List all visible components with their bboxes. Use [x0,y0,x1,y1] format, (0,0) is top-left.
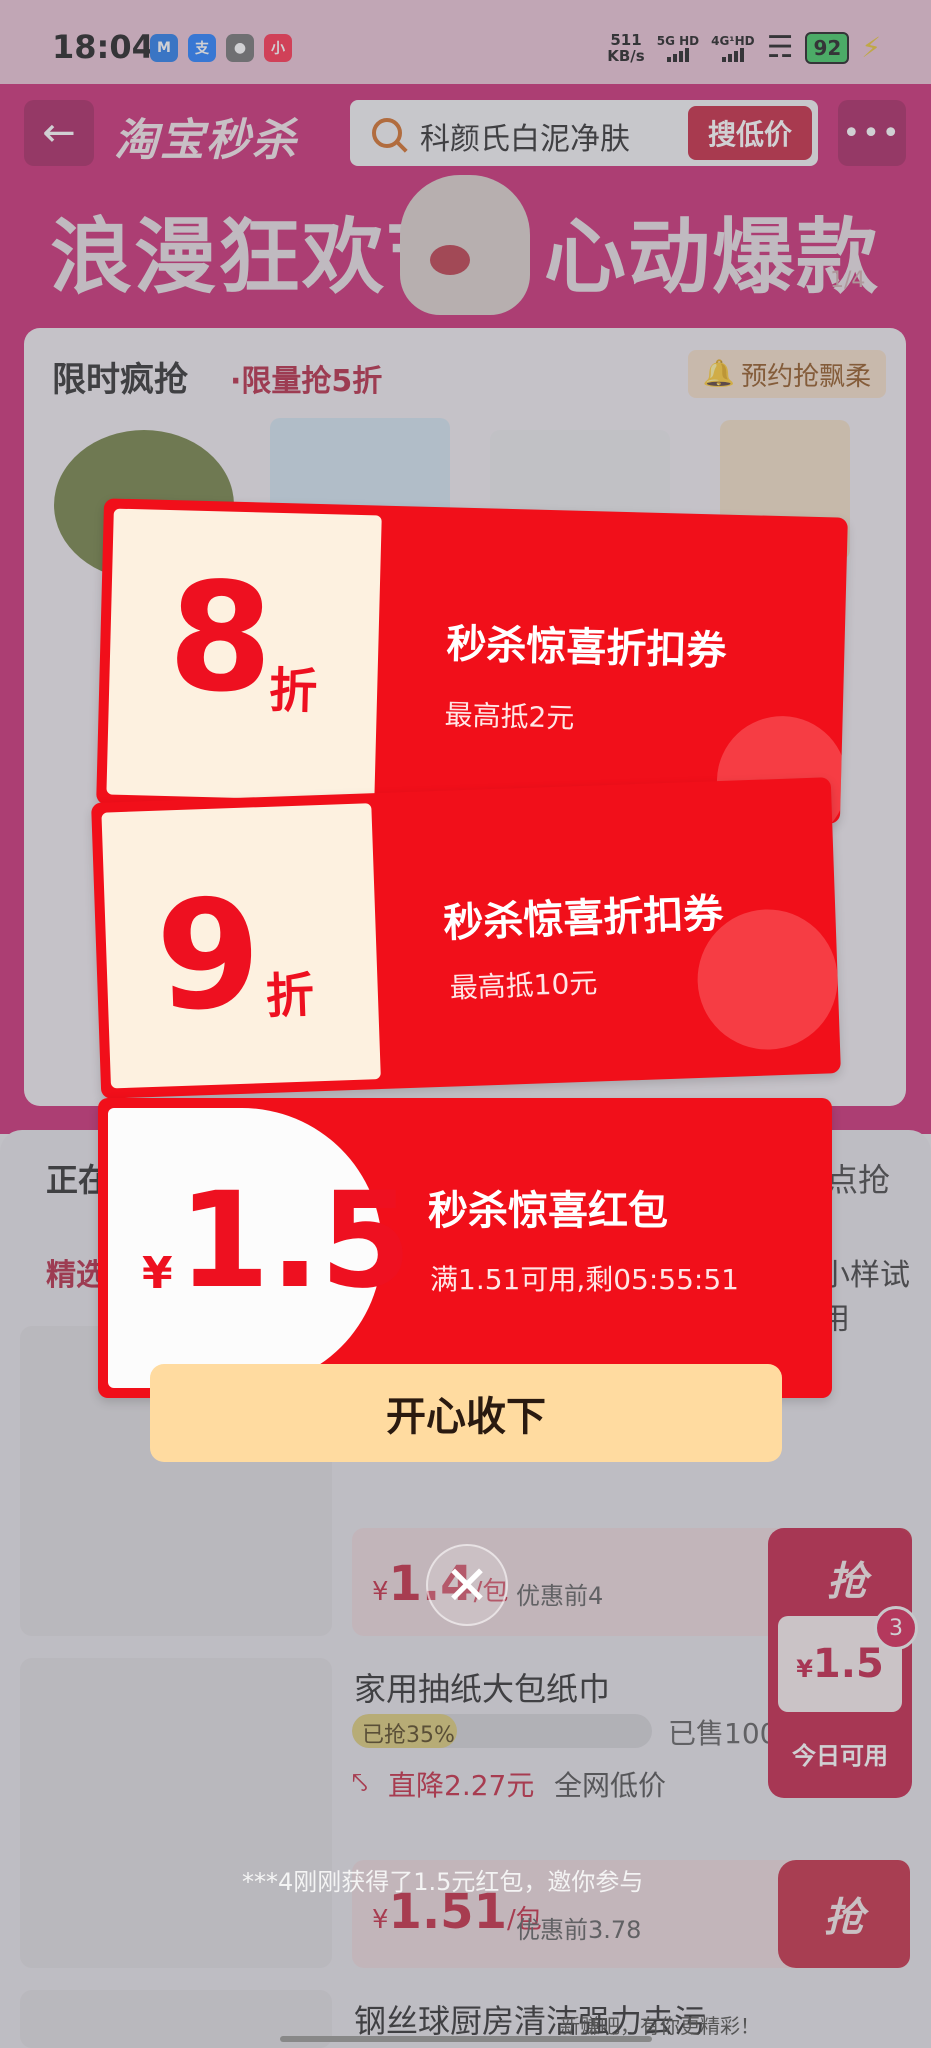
close-icon: ✕ [444,1553,490,1617]
coupon-title: 秒杀惊喜折扣券 [442,891,725,947]
coupon-9-discount: 9 折 秒杀惊喜折扣券 最高抵10元 [91,777,841,1099]
coupon-subtitle: 满1.51可用,剩05:55:51 [430,1263,739,1296]
coupon-value: 1.5 [178,1164,412,1318]
coupon-title: 秒杀惊喜红包 [428,1188,668,1234]
activity-toast: ***4刚刚获得了1.5元红包，邀你参与 [242,1868,644,1896]
home-indicator[interactable] [280,2036,652,2042]
coupon-title: 秒杀惊喜折扣券 [445,621,727,675]
coupon-currency: ¥ [142,1248,173,1299]
close-modal-button[interactable]: ✕ [426,1544,508,1626]
coupon-unit: 折 [268,662,318,720]
coupon-8-discount: 8 折 秒杀惊喜折扣券 最高抵2元 [96,498,848,824]
coupon-value: 8 [166,550,276,727]
accept-coupons-button[interactable]: 开心收下 [150,1364,782,1462]
coupon-subtitle: 最高抵2元 [444,698,575,735]
coupon-unit: 折 [264,967,315,1026]
coupon-red-packet: ¥ 1.5 秒杀惊喜红包 满1.51可用,剩05:55:51 [98,1098,832,1398]
watermark-text: 新赚吧，有你更精彩！ [560,2014,760,2038]
coupon-value: 9 [153,867,264,1045]
coupon-subtitle: 最高抵10元 [449,966,598,1005]
